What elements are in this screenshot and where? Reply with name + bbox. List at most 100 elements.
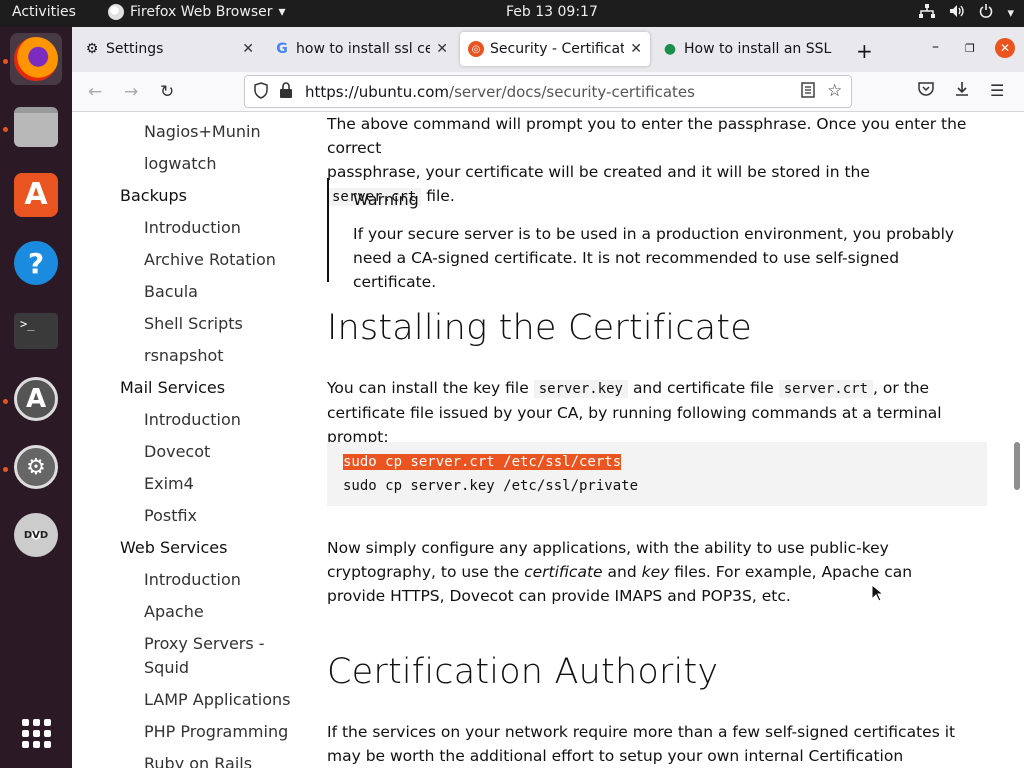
hamburger-menu-icon[interactable]: ☰ <box>990 81 1004 100</box>
sidebar-item-php-programming[interactable]: PHP Programming <box>144 722 288 741</box>
running-indicator <box>3 127 8 132</box>
files-icon <box>14 107 58 147</box>
close-window-button[interactable]: ✕ <box>995 38 1015 58</box>
network-icon <box>919 4 936 22</box>
dock-files[interactable] <box>10 101 62 153</box>
page-scrollbar[interactable] <box>1014 442 1020 490</box>
dock-terminal[interactable]: >_ <box>10 305 62 357</box>
ubuntu-icon: ◎ <box>468 41 484 57</box>
code-line-selected[interactable]: sudo cp server.crt /etc/ssl/certs <box>343 454 622 470</box>
tab-title: How to install an SSL <box>684 41 832 57</box>
sidebar-item-web-introduction[interactable]: Introduction <box>144 570 241 589</box>
tab-security-certificates[interactable]: ◎ Security - Certificate ✕ <box>460 32 650 66</box>
bookmark-star-icon[interactable]: ☆ <box>827 81 842 101</box>
mouse-cursor-icon <box>871 583 885 607</box>
tab-google-search[interactable]: G how to install ssl cer ✕ <box>266 32 456 66</box>
activities-button[interactable]: Activities <box>12 4 76 20</box>
firefox-icon <box>14 37 58 81</box>
pocket-icon[interactable] <box>918 81 934 100</box>
sidebar-item-backups-introduction[interactable]: Introduction <box>144 218 241 237</box>
forward-button[interactable]: → <box>124 82 138 102</box>
docs-sidebar: Nagios+Munin logwatch Backups Introducti… <box>72 112 312 768</box>
sidebar-item-lamp-applications[interactable]: LAMP Applications <box>144 690 291 709</box>
help-icon: ? <box>14 241 58 285</box>
tab-how-to-install-ssl[interactable]: ● How to install an SSL <box>654 32 844 66</box>
gnome-top-bar: Activities Firefox Web Browser ▾ Feb 13 … <box>0 0 1024 27</box>
show-apps-icon <box>21 718 51 748</box>
sidebar-item-web-services[interactable]: Web Services <box>120 538 227 557</box>
new-tab-button[interactable]: + <box>856 39 873 63</box>
ca-paragraph: If the services on your network require … <box>327 723 956 765</box>
heading-certification-authority: Certification Authority <box>327 652 719 692</box>
dock: A ? >_ A ⚙ DVD <box>0 27 72 768</box>
sidebar-item-rsnapshot[interactable]: rsnapshot <box>144 346 224 365</box>
google-icon: G <box>276 41 288 57</box>
chevron-down-icon: ▾ <box>1007 5 1014 21</box>
lock-icon[interactable] <box>279 82 293 102</box>
close-icon[interactable]: ✕ <box>242 41 254 57</box>
close-icon[interactable]: ✕ <box>630 41 642 57</box>
sidebar-item-postfix[interactable]: Postfix <box>144 506 197 525</box>
dock-help[interactable]: ? <box>10 237 62 289</box>
sidebar-item-apache[interactable]: Apache <box>144 602 204 621</box>
reader-view-icon[interactable] <box>801 82 815 102</box>
sidebar-item-dovecot[interactable]: Dovecot <box>144 442 210 461</box>
sidebar-item-backups[interactable]: Backups <box>120 186 187 205</box>
dock-software[interactable]: A <box>10 169 62 221</box>
tracking-protection-icon[interactable] <box>253 82 269 103</box>
install-paragraph: You can install the key file server.key … <box>327 376 967 449</box>
dock-updater[interactable]: A <box>10 373 62 425</box>
web-page: Nagios+Munin logwatch Backups Introducti… <box>72 112 1024 768</box>
minimize-button[interactable]: – <box>932 39 939 55</box>
system-tray[interactable]: ▾ <box>919 4 1014 22</box>
tab-title: how to install ssl cer <box>296 41 431 57</box>
volume-icon <box>949 4 965 22</box>
sidebar-item-nagios-munin[interactable]: Nagios+Munin <box>144 122 261 141</box>
show-apps-button[interactable] <box>10 707 62 759</box>
sidebar-item-shell-scripts[interactable]: Shell Scripts <box>144 314 243 333</box>
url-text: https://ubuntu.com/server/docs/security-… <box>305 83 695 101</box>
close-icon[interactable]: ✕ <box>436 41 448 57</box>
sidebar-item-logwatch[interactable]: logwatch <box>144 154 217 173</box>
restore-button[interactable]: ❐ <box>965 42 975 55</box>
chevron-down-icon: ▾ <box>278 4 286 20</box>
back-button[interactable]: ← <box>88 82 102 102</box>
app-menu-label: Firefox Web Browser <box>130 4 273 20</box>
software-center-icon: A <box>14 173 58 217</box>
sidebar-item-ruby-on-rails[interactable]: Ruby on Rails <box>144 754 252 768</box>
warning-title: Warning <box>353 190 419 209</box>
code-line[interactable]: sudo cp server.key /etc/ssl/private <box>343 478 638 494</box>
dock-firefox[interactable] <box>10 33 62 85</box>
install-text-1: You can install the key file <box>327 379 529 397</box>
emphasis-key: key <box>641 563 670 581</box>
sidebar-item-bacula[interactable]: Bacula <box>144 282 198 301</box>
heading-installing-certificate: Installing the Certificate <box>327 308 752 348</box>
dock-settings[interactable]: ⚙ <box>10 441 62 493</box>
tab-title: Security - Certificate <box>490 41 625 57</box>
terminal-icon: >_ <box>14 313 58 349</box>
sidebar-item-proxy-servers[interactable]: Proxy Servers - <box>144 634 265 653</box>
app-menu[interactable]: Firefox Web Browser ▾ <box>108 4 286 20</box>
reload-button[interactable]: ↻ <box>160 82 174 102</box>
power-icon <box>979 4 993 22</box>
warning-body: If your secure server is to be used in a… <box>353 225 955 291</box>
sidebar-item-squid[interactable]: Squid <box>144 658 189 677</box>
dvd-icon: DVD <box>14 513 58 557</box>
gear-icon: ⚙ <box>85 41 99 57</box>
tab-settings[interactable]: ⚙ Settings ✕ <box>76 32 262 66</box>
tab-title: Settings <box>106 41 164 57</box>
sidebar-item-mail-services[interactable]: Mail Services <box>120 378 225 397</box>
sidebar-item-exim4[interactable]: Exim4 <box>144 474 194 493</box>
downloads-icon[interactable] <box>954 81 970 101</box>
code-block[interactable]: sudo cp server.crt /etc/ssl/certs sudo c… <box>327 442 987 506</box>
clock[interactable]: Feb 13 09:17 <box>506 4 598 20</box>
sidebar-item-archive-rotation[interactable]: Archive Rotation <box>144 250 276 269</box>
url-bar[interactable]: https://ubuntu.com/server/docs/security-… <box>244 75 852 108</box>
running-indicator <box>3 399 8 404</box>
emphasis-certificate: certificate <box>524 563 603 581</box>
running-indicator <box>3 467 8 472</box>
dock-dvd[interactable]: DVD <box>10 509 62 561</box>
install-text-2: and certificate file <box>632 379 774 397</box>
sidebar-item-mail-introduction[interactable]: Introduction <box>144 410 241 429</box>
tab-strip: ⚙ Settings ✕ G how to install ssl cer ✕ … <box>72 27 1024 72</box>
